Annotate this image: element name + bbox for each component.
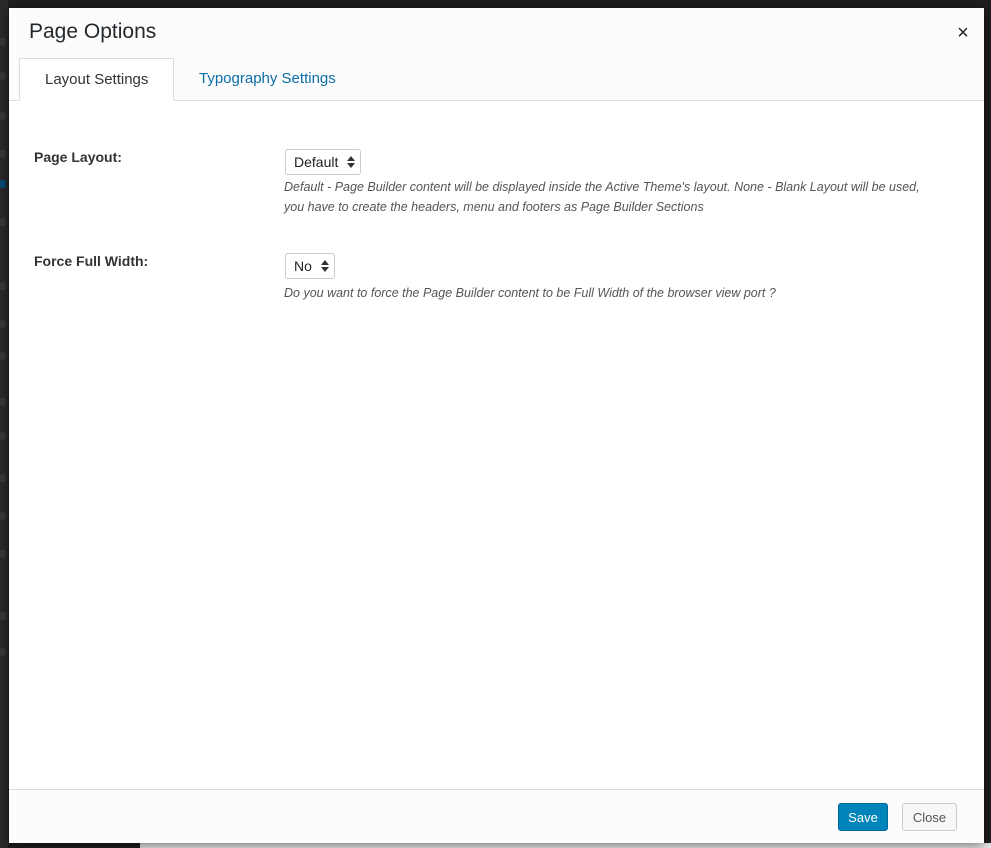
modal-title: Page Options: [29, 20, 157, 43]
page-layout-label: Page Layout:: [34, 149, 122, 165]
select-arrows-icon: [320, 260, 329, 272]
force-full-width-label: Force Full Width:: [34, 253, 149, 269]
background-menu-icon: [0, 512, 6, 520]
tab-layout-settings[interactable]: Layout Settings: [19, 58, 175, 101]
background-admin-sidebar: [0, 0, 8, 848]
modal-footer: Save Close: [9, 789, 984, 843]
background-menu-icon: [0, 352, 6, 360]
background-menu-icon: [0, 282, 6, 290]
force-full-width-help: Do you want to force the Page Builder co…: [284, 286, 776, 300]
tab-typography-settings[interactable]: Typography Settings: [174, 58, 361, 100]
page-options-modal: Page Options × Layout Settings Typograph…: [9, 8, 984, 843]
background-menu-icon: [0, 72, 6, 80]
background-menu-icon: [0, 180, 6, 188]
close-button[interactable]: Close: [902, 803, 957, 831]
modal-header: Page Options × Layout Settings Typograph…: [9, 8, 984, 101]
page-layout-help: Default - Page Builder content will be d…: [284, 180, 920, 214]
background-menu-icon: [0, 432, 6, 440]
background-menu-icon: [0, 38, 6, 46]
background-page: [140, 843, 991, 848]
background-menu-icon: [0, 150, 6, 158]
background-menu-icon: [0, 474, 6, 482]
background-menu-icon: [0, 398, 6, 406]
force-full-width-select[interactable]: No: [285, 253, 335, 279]
page-layout-select[interactable]: Default: [285, 149, 362, 175]
background-menu-icon: [0, 612, 6, 620]
force-full-width-value: No: [294, 258, 312, 274]
save-button[interactable]: Save: [838, 803, 888, 831]
background-menu-icon: [0, 218, 6, 226]
close-icon[interactable]: ×: [951, 21, 975, 45]
background-menu-icon: [0, 648, 6, 656]
background-menu-icon: [0, 550, 6, 558]
page-layout-value: Default: [294, 154, 339, 170]
background-menu-icon: [0, 112, 6, 120]
select-arrows-icon: [347, 156, 356, 168]
background-menu-icon: [0, 320, 6, 328]
